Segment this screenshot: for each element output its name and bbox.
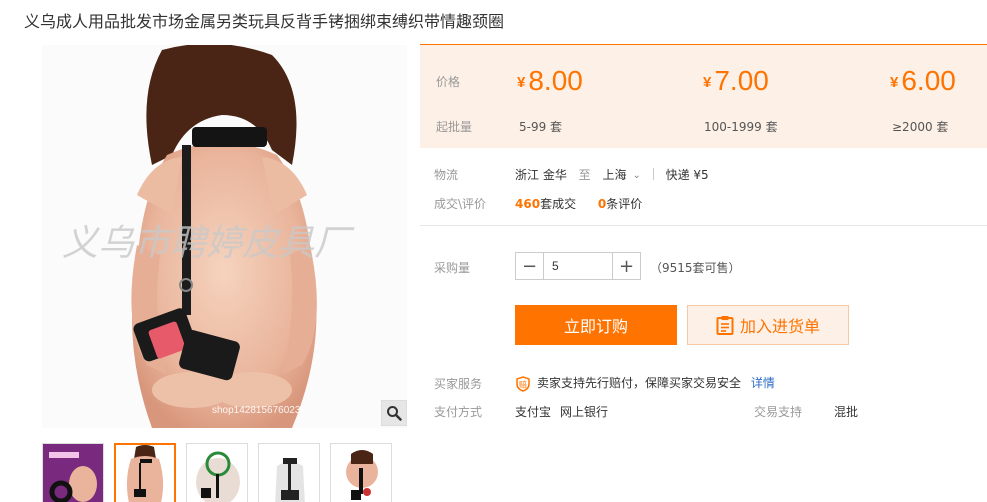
divider-line [420, 225, 987, 226]
batch-label: 起批量 [436, 120, 473, 134]
logistics-express: 快递 ¥5 [665, 168, 709, 182]
logistics-info: 浙江 金华 至 上海 ⌄ 快递 ¥5 [515, 166, 709, 183]
thumbnail-strip [42, 443, 392, 502]
zoom-button[interactable] [381, 400, 407, 426]
trade-support-label: 交易支持 [754, 405, 803, 419]
add-to-cart-button[interactable]: 加入进货单 [687, 305, 849, 345]
quantity-input[interactable] [544, 253, 612, 279]
magnifier-icon [387, 406, 402, 421]
qty-tier-3: ≥2000 套 [892, 120, 949, 134]
logistics-destination[interactable]: 上海 ⌄ [603, 168, 641, 182]
deals-info: 460套成交 0条评价 [515, 195, 642, 212]
deal-suffix: 套成交 [540, 197, 577, 211]
service-details-link[interactable]: 详情 [751, 376, 775, 390]
chevron-down-icon: ⌄ [632, 170, 641, 181]
price-tier-1: ¥8.00 [517, 65, 583, 96]
buy-now-button[interactable]: 立即订购 [515, 305, 677, 345]
payment-method-alipay: 支付宝 [515, 405, 552, 419]
qty-tier-1: 5-99 套 [519, 120, 563, 134]
logistics-label: 物流 [434, 168, 459, 182]
clipboard-icon [716, 316, 734, 335]
service-text: 卖家支持先行赔付，保障买家交易安全 [537, 376, 742, 390]
thumbnail-2[interactable] [114, 443, 176, 502]
purchase-label: 采购量 [434, 261, 471, 275]
thumbnail-3[interactable] [186, 443, 248, 502]
price-tier-2: ¥7.00 [703, 65, 769, 96]
trade-support-value: 混批 [834, 405, 859, 419]
logistics-from: 浙江 金华 [515, 168, 567, 182]
quantity-stepper[interactable]: − + [515, 252, 641, 280]
add-to-cart-label: 加入进货单 [739, 317, 820, 336]
qty-tier-2: 100-1999 套 [704, 120, 778, 134]
product-title: 义乌成人用品批发市场金属另类玩具反背手铐捆绑束缚织带情趣颈圈 [24, 12, 505, 31]
available-stock: （9515套可售） [650, 261, 741, 275]
service-info: 赔 卖家支持先行赔付，保障买家交易安全 详情 [515, 374, 775, 392]
decrement-button[interactable]: − [516, 253, 544, 279]
shield-icon: 赔 [516, 375, 530, 392]
image-watermark: 义乌市聘婷皮具厂 [62, 223, 355, 264]
payment-label: 支付方式 [434, 405, 483, 419]
increment-button[interactable]: + [612, 253, 640, 279]
thumbnail-4[interactable] [258, 443, 320, 502]
price-tier-3: ¥6.00 [890, 65, 956, 96]
review-count[interactable]: 0 [598, 197, 606, 211]
deals-label: 成交\评价 [434, 197, 487, 211]
product-photo: 义乌市聘婷皮具厂 shop1428156760232 [42, 45, 407, 428]
review-suffix[interactable]: 条评价 [606, 197, 642, 211]
divider [652, 168, 654, 180]
main-product-image[interactable]: 义乌市聘婷皮具厂 shop1428156760232 [42, 45, 407, 428]
logistics-to-word: 至 [578, 168, 591, 182]
price-label: 价格 [436, 75, 461, 89]
deal-count: 460 [515, 197, 541, 211]
payment-method-bank: 网上银行 [560, 405, 609, 419]
service-label: 买家服务 [434, 377, 483, 391]
price-panel: 价格 起批量 ¥8.00 ¥7.00 ¥6.00 5-99 套 100-1999… [420, 44, 987, 148]
thumbnail-1[interactable] [42, 443, 104, 502]
image-watermark-shop: shop1428156760232 [212, 405, 306, 416]
svg-text:赔: 赔 [519, 379, 527, 389]
thumbnail-5[interactable] [330, 443, 392, 502]
